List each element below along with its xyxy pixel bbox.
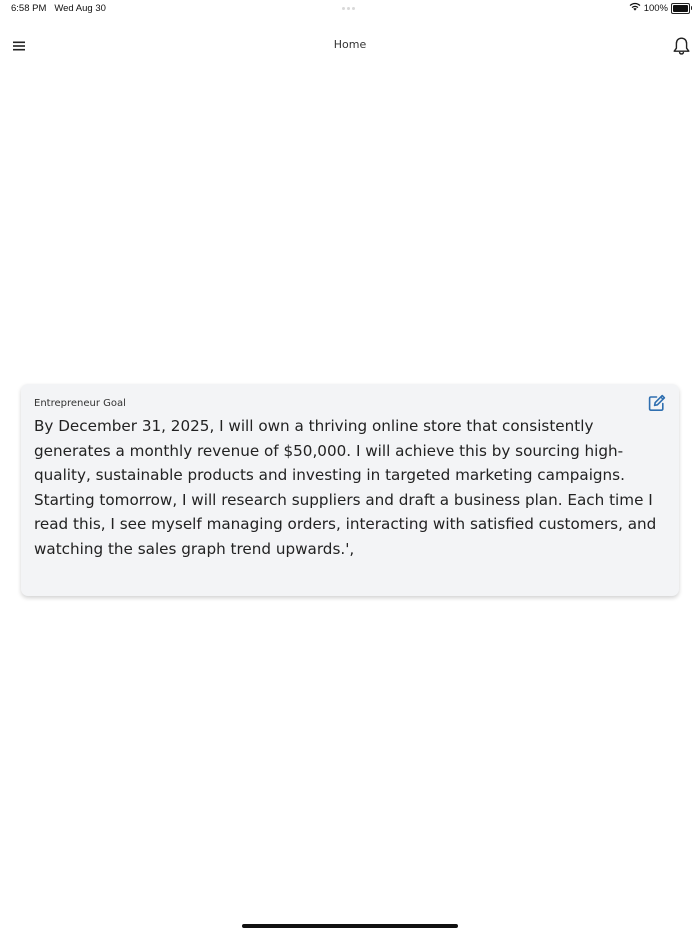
battery-percent: 100%	[643, 2, 668, 14]
goal-card[interactable]: Entrepreneur Goal By December 31, 2025, …	[21, 384, 679, 596]
multitasking-dots[interactable]	[342, 7, 355, 10]
notifications-button[interactable]	[670, 34, 692, 58]
edit-goal-button[interactable]	[648, 394, 666, 412]
status-time: 6:58 PM Wed Aug 30	[11, 3, 106, 14]
nav-bar: Home	[0, 28, 700, 64]
goal-text: By December 31, 2025, I will own a thriv…	[34, 417, 657, 558]
wifi-icon	[629, 2, 641, 14]
status-date: Wed Aug 30	[54, 3, 106, 14]
page-title: Home	[333, 38, 367, 51]
goal-label: Entrepreneur Goal	[34, 398, 126, 409]
status-right: 100%	[629, 2, 692, 14]
status-clock: 6:58 PM	[11, 3, 47, 14]
edit-icon	[648, 394, 666, 411]
battery-icon	[671, 2, 692, 14]
bell-icon	[673, 37, 689, 55]
home-indicator[interactable]	[242, 924, 458, 928]
status-bar: 6:58 PM Wed Aug 30 100%	[0, 0, 700, 18]
